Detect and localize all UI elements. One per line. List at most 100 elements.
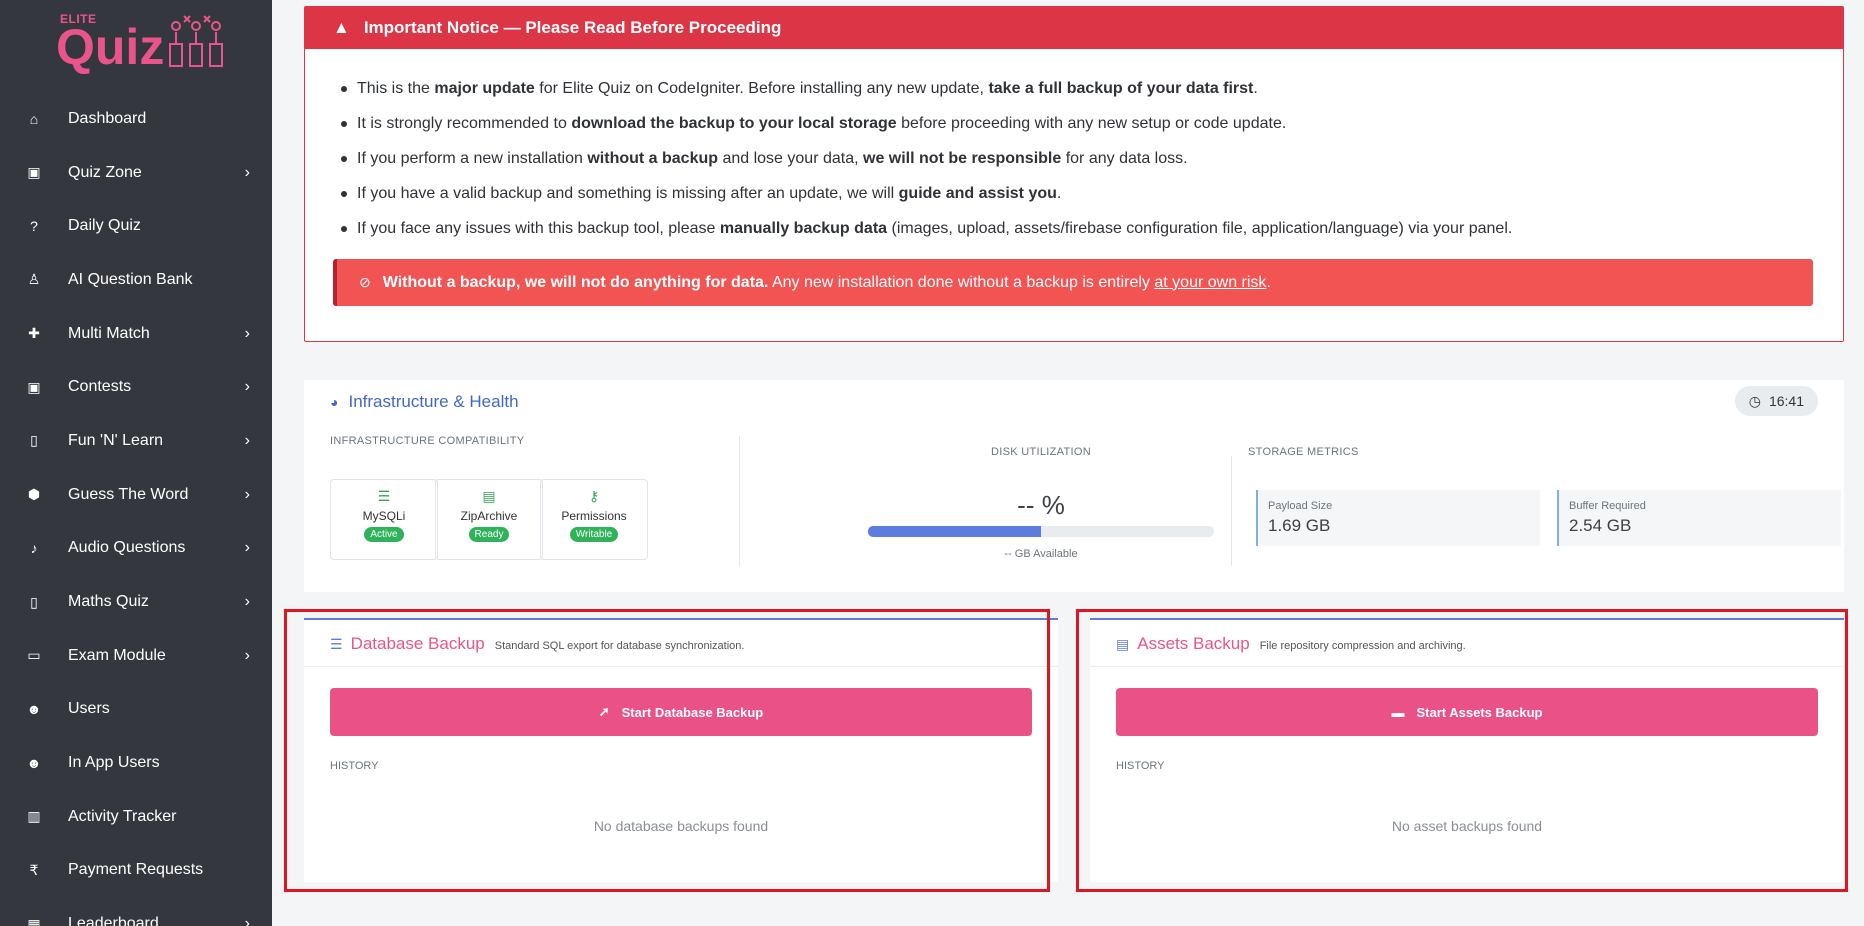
notice-item: If you have a valid backup and something… <box>341 176 1843 211</box>
home-icon: ⌂ <box>29 110 39 127</box>
question-icon: ? <box>30 218 38 235</box>
chart-icon: ▥ <box>27 808 41 825</box>
compat-mysqli: ☰ MySQLi Active <box>330 479 438 560</box>
notice-item: If you perform a new installation withou… <box>341 141 1843 176</box>
notice-text: before proceeding with any new setup or … <box>896 114 1287 132</box>
time-text: 16:41 <box>1768 393 1804 409</box>
status-badge: Ready <box>468 527 510 542</box>
compat-name: Permissions <box>561 509 627 523</box>
payload-size-metric: Payload Size 1.69 GB <box>1256 490 1540 546</box>
database-icon: ☰ <box>377 488 391 504</box>
own-risk-link[interactable]: at your own risk <box>1154 274 1266 292</box>
book-icon: ▯ <box>30 432 38 449</box>
sidebar-item-dashboard[interactable]: ⌂ Dashboard <box>0 92 272 146</box>
sidebar-item-label: Payment Requests <box>68 861 204 879</box>
chevron-right-icon: › <box>244 378 250 396</box>
storage-metrics-label: STORAGE METRICS <box>1248 446 1359 458</box>
infra-title-text: Infrastructure & Health <box>348 392 519 411</box>
chevron-right-icon: › <box>244 539 250 557</box>
elite-quiz-logo[interactable]: ELITE Quiz <box>48 8 228 80</box>
bullet <box>341 155 347 162</box>
notice-text: (images, upload, assets/firebase configu… <box>887 219 1513 237</box>
chevron-right-icon: › <box>244 593 250 611</box>
sidebar-item-label: Users <box>68 700 110 718</box>
sidebar-item-payment-requests[interactable]: ₹ Payment Requests <box>0 844 272 898</box>
sidebar-item-quiz-zone[interactable]: ▣ Quiz Zone › <box>0 146 272 200</box>
alert-text: Any new installation done without a back… <box>768 273 1155 291</box>
highlight-box <box>284 609 1050 892</box>
gift-icon: ▣ <box>27 164 41 181</box>
ban-icon: ⊘ <box>359 274 371 290</box>
sidebar-item-leaderboard[interactable]: ▦ Leaderboard › <box>0 897 272 926</box>
infra-title: ◕ Infrastructure & Health <box>330 392 519 412</box>
notice-item: This is the major update for Elite Quiz … <box>341 71 1843 106</box>
cube-icon: ⬢ <box>27 486 41 503</box>
notice-text: If you face any issues with this backup … <box>357 219 720 237</box>
sidebar-item-label: Activity Tracker <box>68 807 177 825</box>
sidebar-item-activity-tracker[interactable]: ▥ Activity Tracker <box>0 790 272 844</box>
alert-bold-text: Without a backup, we will not do anythin… <box>382 273 769 291</box>
sidebar-item-contests[interactable]: ▣ Contests › <box>0 360 272 414</box>
divider <box>1231 456 1232 566</box>
sidebar-item-label: Audio Questions <box>68 539 186 557</box>
sidebar-item-in-app-users[interactable]: ☻ In App Users <box>0 736 272 790</box>
sidebar-item-label: Quiz Zone <box>68 163 142 181</box>
puzzle-icon: ✚ <box>28 325 40 342</box>
sidebar-item-label: Daily Quiz <box>68 217 141 235</box>
chevron-right-icon: › <box>244 324 250 342</box>
notice-text: for any data loss. <box>1061 149 1188 167</box>
buffer-required-metric: Buffer Required 2.54 GB <box>1557 490 1841 546</box>
disk-percentage: -- % <box>1017 490 1065 520</box>
notice-item: If you face any issues with this backup … <box>341 211 1843 246</box>
notice-bold-text: take a full backup of your data first <box>988 79 1254 97</box>
chevron-right-icon: › <box>244 431 250 449</box>
bullet <box>341 120 347 127</box>
chevron-right-icon: › <box>244 915 250 926</box>
disk-progress-fill <box>868 526 1041 537</box>
notice-bold-text: manually backup data <box>719 219 888 237</box>
sidebar-item-audio-questions[interactable]: ♪ Audio Questions › <box>0 522 272 576</box>
users-icon: ☻ <box>26 755 42 772</box>
highlight-box <box>1076 609 1848 892</box>
metric-label: Payload Size <box>1268 500 1333 512</box>
notice-bold-text: major update <box>434 79 535 97</box>
gift-icon: ▣ <box>27 378 41 395</box>
bullet <box>341 225 347 232</box>
warning-triangle-icon: ▲ <box>333 18 350 37</box>
sidebar-item-guess-the-word[interactable]: ⬢ Guess The Word › <box>0 468 272 522</box>
sidebar-item-fun-n-learn[interactable]: ▯ Fun 'N' Learn › <box>0 414 272 468</box>
sidebar-item-multi-match[interactable]: ✚ Multi Match › <box>0 307 272 361</box>
chevron-right-icon: › <box>244 485 250 503</box>
compat-name: ZipArchive <box>460 509 518 523</box>
sidebar-item-users[interactable]: ☻ Users <box>0 683 272 737</box>
clipboard-icon: ▭ <box>27 647 41 664</box>
notice-text: . <box>1253 79 1258 97</box>
compat-name: MySQLi <box>362 509 406 523</box>
metric-label: Buffer Required <box>1569 500 1646 512</box>
divider <box>739 436 740 566</box>
notice-item: It is strongly recommended to download t… <box>341 106 1843 141</box>
sidebar-item-label: Maths Quiz <box>68 593 149 611</box>
users-icon: ☻ <box>26 701 42 718</box>
notice-bold-text: guide and assist you <box>898 184 1057 202</box>
notice-text: This is the <box>357 79 435 97</box>
notice-bold-text: download the backup to your local storag… <box>571 114 897 132</box>
sidebar-item-maths-quiz[interactable]: ▯ Maths Quiz › <box>0 575 272 629</box>
sidebar-item-daily-quiz[interactable]: ? Daily Quiz <box>0 199 272 253</box>
notice-text: . <box>1056 184 1062 202</box>
notice-list: This is the major update for Elite Quiz … <box>341 71 1843 246</box>
compat-permissions: ⚷ Permissions Writable <box>540 479 648 560</box>
sidebar-menu: ⌂ Dashboard ▣ Quiz Zone ›? Daily Quiz ♙ AI Ques… <box>0 92 272 926</box>
robot-icon: ♙ <box>27 271 41 288</box>
sidebar-item-ai-question-bank[interactable]: ♙ AI Question Bank <box>0 253 272 307</box>
logo-people-icon <box>169 15 223 67</box>
notice-bold-text: we will not be responsible <box>863 149 1062 167</box>
file-zip-icon: ▤ <box>482 488 496 504</box>
sidebar-item-label: Dashboard <box>68 109 147 127</box>
microphone-icon: ♪ <box>30 540 38 557</box>
chevron-right-icon: › <box>244 163 250 181</box>
gauge-icon: ◕ <box>330 394 339 410</box>
status-badge: Active <box>364 527 404 542</box>
sidebar-item-exam-module[interactable]: ▭ Exam Module › <box>0 629 272 683</box>
sidebar-item-label: Fun 'N' Learn <box>68 431 164 449</box>
